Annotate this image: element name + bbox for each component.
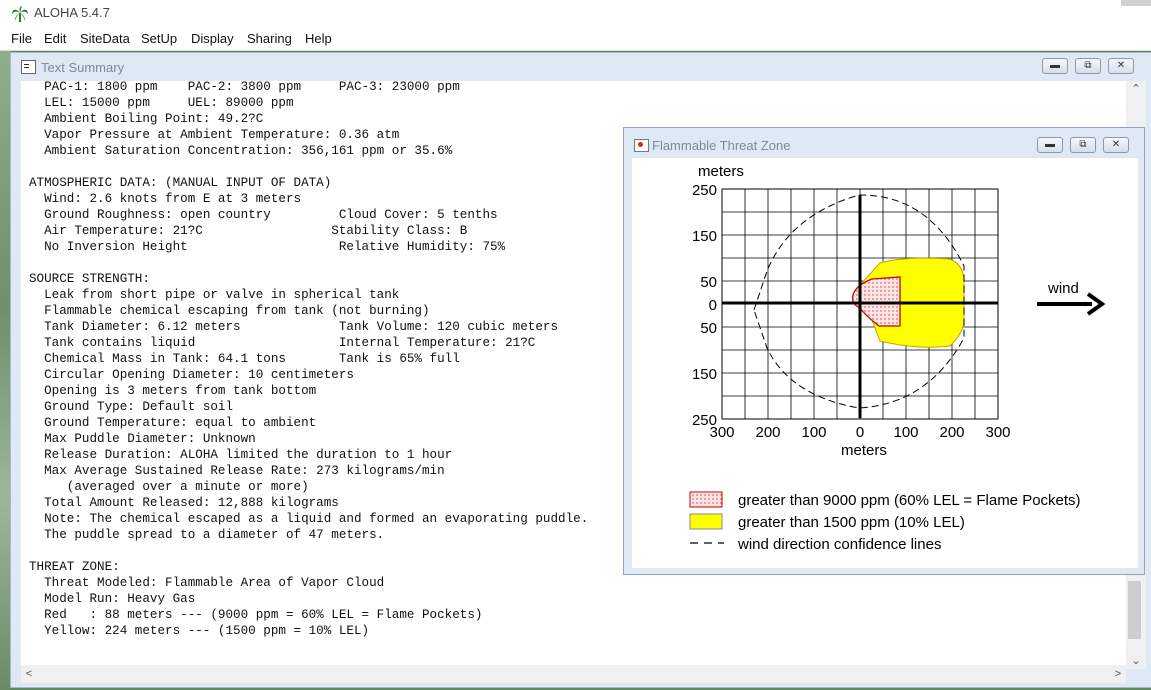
text-summary-title: Text Summary — [41, 60, 125, 75]
summary-line: Ambient Boiling Point: 49.2?C — [29, 112, 264, 126]
summary-line: Circular Opening Diameter: 10 centimeter… — [29, 368, 354, 382]
close-button[interactable]: ✕ — [1108, 58, 1134, 74]
y-tick-label: 50 — [700, 320, 717, 337]
menu-sharing[interactable]: Sharing — [247, 31, 292, 46]
legend-swatch-red — [689, 491, 723, 508]
x-tick-label: 200 — [755, 424, 780, 441]
menu-display[interactable]: Display — [191, 31, 234, 46]
scroll-thumb[interactable] — [1128, 581, 1141, 639]
y-tick-label: 50 — [700, 274, 717, 291]
minimize-button[interactable]: ▬ — [1042, 58, 1068, 74]
summary-line: Leak from short pipe or valve in spheric… — [29, 288, 400, 302]
summary-line: Max Puddle Diameter: Unknown — [29, 432, 256, 446]
close-icon: ✕ — [1116, 60, 1126, 71]
summary-line: Chemical Mass in Tank: 64.1 tons Tank is… — [29, 352, 460, 366]
summary-line: Max Average Sustained Release Rate: 273 … — [29, 464, 445, 478]
y-tick-labels: 25015050050150250 — [692, 182, 717, 429]
threat-zone-chart: meters 25015050050150250 300 200 100 0 100 20… — [689, 163, 1106, 553]
flame-icon — [634, 139, 649, 152]
summary-line: Wind: 2.6 knots from E at 3 meters — [29, 192, 302, 206]
ftz-restore-button[interactable]: ⧉ — [1070, 137, 1096, 153]
y-tick-label: 0 — [709, 297, 717, 314]
summary-line: The puddle spread to a diameter of 47 me… — [29, 528, 385, 542]
threat-zone-title: Flammable Threat Zone — [652, 138, 791, 153]
scroll-up-icon[interactable]: ⌃ — [1126, 81, 1146, 97]
threat-zone-plot-area: meters 250 150 50 0 50 150 250 300 200 100 0 100 20… — [632, 158, 1138, 568]
x-tick-label: 100 — [893, 424, 918, 441]
menu-file[interactable]: File — [11, 31, 32, 46]
summary-line: Opening is 3 meters from tank bottom — [29, 384, 317, 398]
ftz-close-button[interactable]: ✕ — [1103, 137, 1129, 153]
summary-line: Ambient Saturation Concentration: 356,16… — [29, 144, 453, 158]
minimize-icon: ▬ — [1045, 139, 1055, 150]
summary-line: Release Duration: ALOHA limited the dura… — [29, 448, 453, 462]
x-tick-label: 100 — [801, 424, 826, 441]
window-corner — [1121, 0, 1151, 6]
y-axis-unit: meters — [698, 163, 744, 180]
summary-line: Threat Modeled: Flammable Area of Vapor … — [29, 576, 385, 590]
threat-zone-titlebar[interactable]: Flammable Threat Zone ▬ ⧉ ✕ — [624, 128, 1144, 158]
summary-line: ATMOSPHERIC DATA: (MANUAL INPUT OF DATA) — [29, 176, 332, 190]
y-tick-label: 150 — [692, 366, 717, 383]
summary-line: Tank Diameter: 6.12 meters Tank Volume: … — [29, 320, 559, 334]
legend-red-label: greater than 9000 ppm (60% LEL = Flame P… — [738, 492, 1081, 509]
summary-line: Model Run: Heavy Gas — [29, 592, 196, 606]
desktop-background — [0, 51, 10, 690]
summary-line: Ground Type: Default soil — [29, 400, 234, 414]
restore-icon: ⧉ — [1079, 139, 1087, 150]
app-title-bar: ALOHA 5.4.7 — [0, 0, 1151, 28]
legend-yellow-label: greater than 1500 ppm (10% LEL) — [738, 514, 965, 531]
x-tick-labels: 300 200 100 0 100 200 300 — [709, 424, 1010, 441]
summary-line: LEL: 15000 ppm UEL: 89000 ppm — [29, 96, 294, 110]
close-icon: ✕ — [1111, 139, 1121, 150]
document-icon — [21, 60, 36, 74]
ftz-minimize-button[interactable]: ▬ — [1037, 137, 1063, 153]
summary-line: Ground Temperature: equal to ambient — [29, 416, 317, 430]
minimize-icon: ▬ — [1050, 60, 1060, 71]
menu-help[interactable]: Help — [305, 31, 332, 46]
menu-edit[interactable]: Edit — [44, 31, 66, 46]
x-axis-unit: meters — [841, 442, 887, 459]
threat-zone-window: Flammable Threat Zone ▬ ⧉ ✕ meters 250 1… — [623, 127, 1145, 575]
scroll-left-icon[interactable]: < — [21, 665, 37, 683]
legend-wind-label: wind direction confidence lines — [737, 536, 941, 553]
legend-swatch-yellow — [689, 513, 723, 530]
aloha-logo-icon — [12, 6, 28, 22]
summary-text: PAC-1: 1800 ppm PAC-2: 3800 ppm PAC-3: 2… — [29, 81, 588, 639]
menu-sitedata[interactable]: SiteData — [80, 31, 130, 46]
summary-line: Note: The chemical escaped as a liquid a… — [29, 512, 589, 526]
wind-label: wind — [1047, 280, 1079, 297]
restore-button[interactable]: ⧉ — [1075, 58, 1101, 74]
menu-setup[interactable]: SetUp — [141, 31, 177, 46]
summary-line: Yellow: 224 meters --- (1500 ppm = 10% L… — [29, 624, 370, 638]
summary-line: Ground Roughness: open country Cloud Cov… — [29, 208, 498, 222]
text-summary-titlebar[interactable]: Text Summary ▬ ⧉ ✕ — [11, 53, 1151, 81]
summary-line: Tank contains liquid Internal Temperatur… — [29, 336, 536, 350]
summary-line: (averaged over a minute or more) — [29, 480, 309, 494]
summary-line: No Inversion Height Relative Humidity: 7… — [29, 240, 506, 254]
x-tick-label: 200 — [939, 424, 964, 441]
scroll-down-icon[interactable]: ⌄ — [1126, 653, 1146, 669]
y-tick-label: 250 — [692, 182, 717, 199]
x-tick-label: 300 — [709, 424, 734, 441]
summary-line: Flammable chemical escaping from tank (n… — [29, 304, 430, 318]
menu-bar: File Edit SiteData SetUp Display Sharing… — [0, 28, 1151, 51]
summary-line: Total Amount Released: 12,888 kilograms — [29, 496, 339, 510]
restore-icon: ⧉ — [1084, 60, 1092, 71]
app-title: ALOHA 5.4.7 — [34, 5, 110, 20]
summary-line: PAC-1: 1800 ppm PAC-2: 3800 ppm PAC-3: 2… — [29, 81, 460, 94]
summary-line: Red : 88 meters --- (9000 ppm = 60% LEL … — [29, 608, 483, 622]
scroll-right-icon[interactable]: > — [1110, 665, 1126, 683]
summary-line: THREAT ZONE: — [29, 560, 120, 574]
horizontal-scrollbar[interactable]: < > — [21, 665, 1126, 683]
x-tick-label: 300 — [985, 424, 1010, 441]
summary-line: Vapor Pressure at Ambient Temperature: 0… — [29, 128, 400, 142]
y-tick-label: 150 — [692, 228, 717, 245]
summary-line: SOURCE STRENGTH: — [29, 272, 150, 286]
summary-line: Air Temperature: 21?C Stability Class: B — [29, 224, 468, 238]
x-tick-label: 0 — [856, 424, 864, 441]
